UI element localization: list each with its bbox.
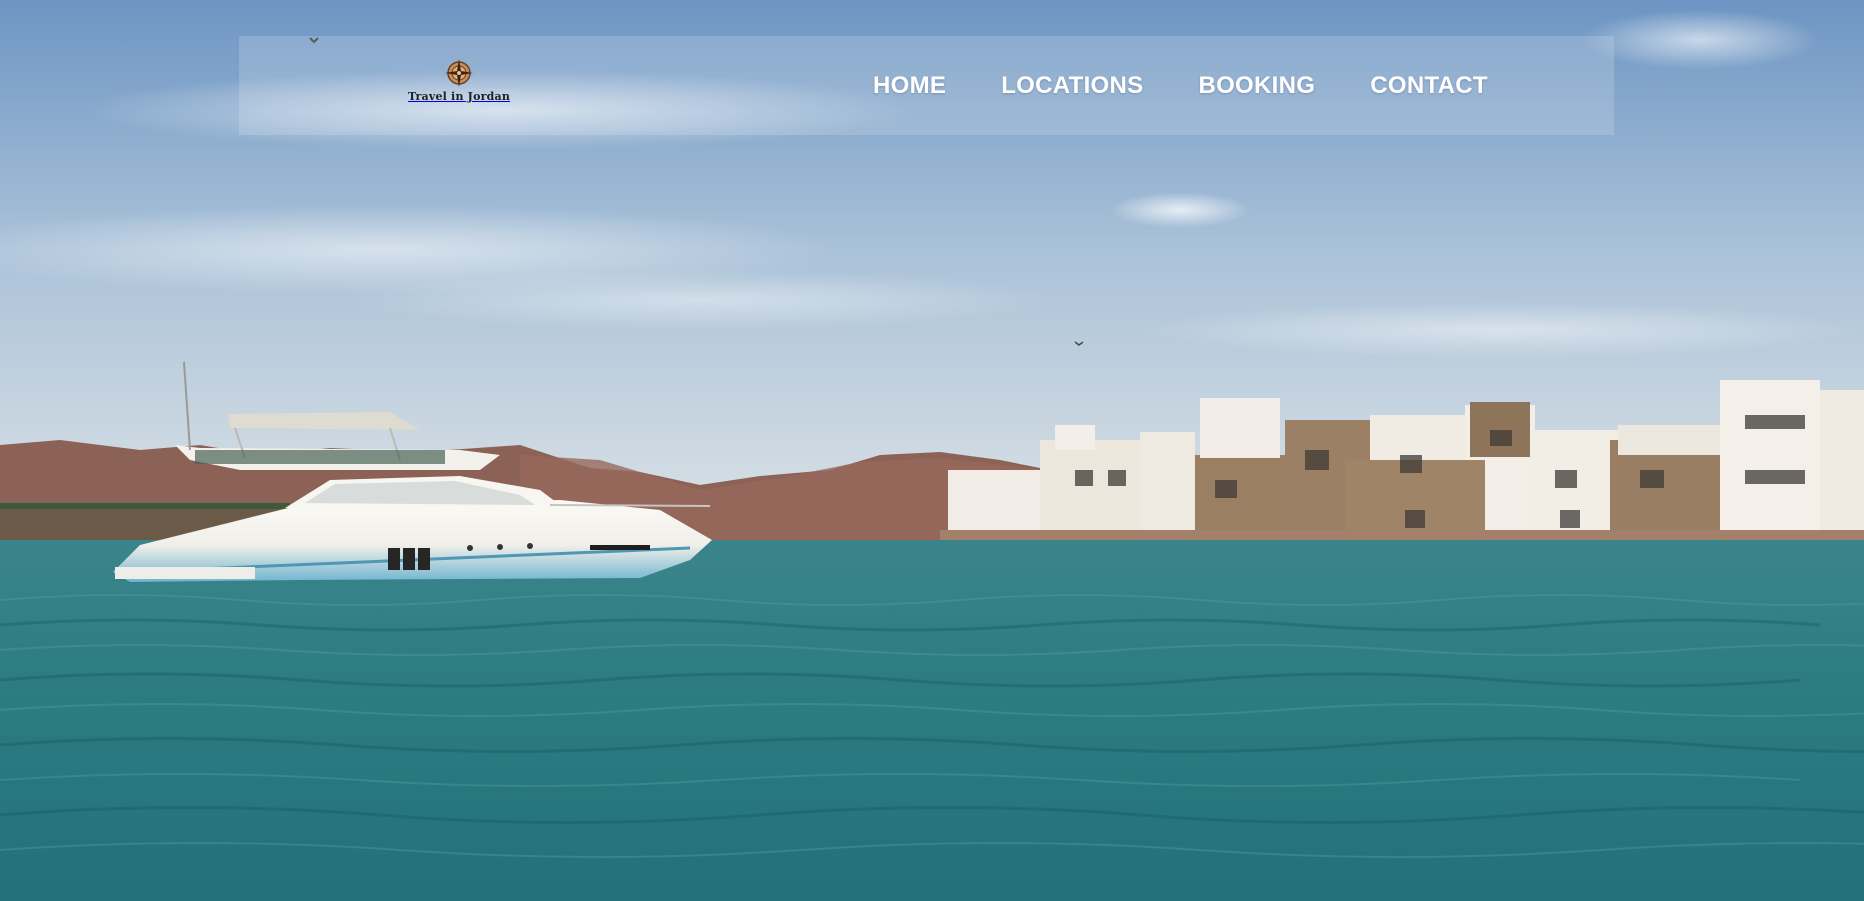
main-nav: HOME LOCATIONS BOOKING CONTACT [873,36,1488,135]
hero-background-image [0,0,1864,901]
brand-name: Travel in Jordan [407,90,511,103]
nav-item-booking: BOOKING [1198,72,1315,100]
compass-icon [445,59,473,87]
nav-link-locations[interactable]: LOCATIONS [1001,72,1143,99]
nav-link-home[interactable]: HOME [873,72,946,99]
nav-item-locations: LOCATIONS [1001,72,1143,100]
nav-link-booking[interactable]: BOOKING [1198,72,1315,99]
hero-section: Travel in Jordan HOME LOCATIONS BOOKING … [0,0,1864,901]
nav-item-home: HOME [873,72,946,100]
navbar: Travel in Jordan HOME LOCATIONS BOOKING … [239,36,1614,135]
nav-item-contact: CONTACT [1370,72,1488,100]
nav-link-contact[interactable]: CONTACT [1370,72,1488,99]
brand-logo[interactable]: Travel in Jordan [389,58,529,114]
